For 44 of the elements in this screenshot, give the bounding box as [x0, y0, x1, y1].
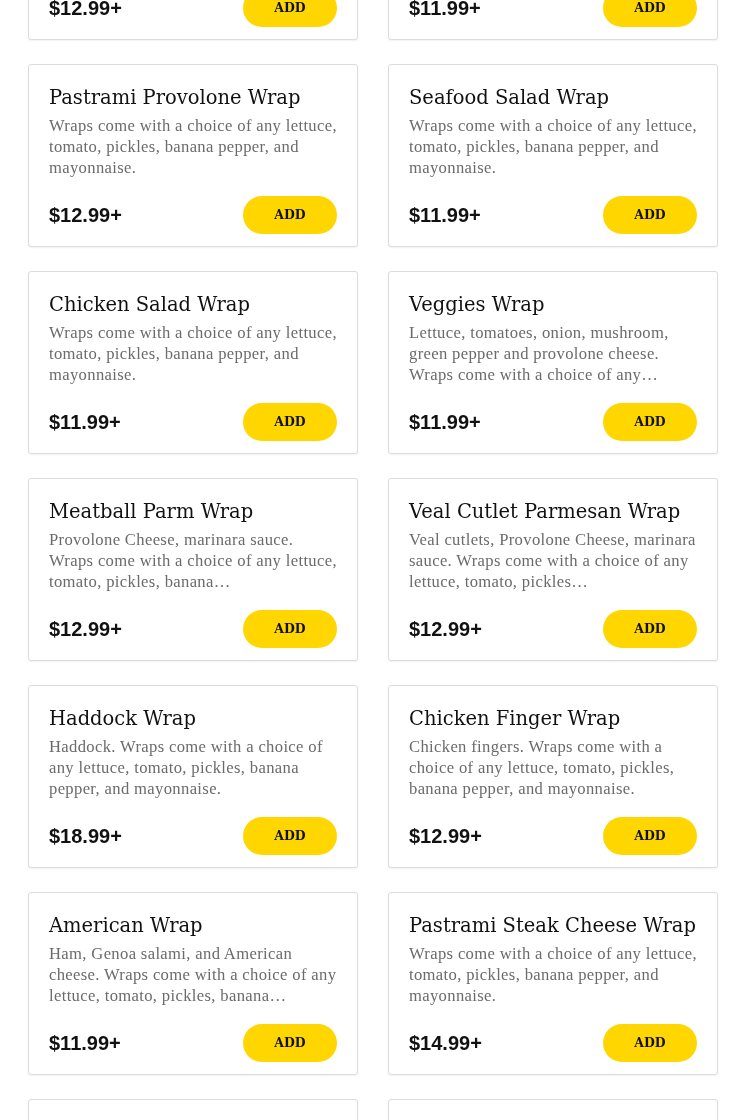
add-button[interactable]: ADD	[243, 0, 337, 27]
add-button[interactable]: ADD	[603, 1024, 697, 1062]
item-description: Wraps come with a choice of any lettuce, tomato, pickles, banana pepper, and mayonnaise.	[409, 115, 697, 178]
add-button[interactable]: ADD	[603, 610, 697, 648]
price: $11.99+	[409, 410, 481, 435]
price: $12.99+	[409, 824, 482, 849]
item-description: Provolone Cheese, marinara sauce. Wraps come with a choice of any lettuce, tomato, pickles, banana…	[49, 529, 337, 592]
add-button[interactable]: ADD	[243, 403, 337, 441]
add-button[interactable]: ADD	[243, 196, 337, 234]
price: $18.99+	[49, 824, 122, 849]
price: $12.99+	[49, 617, 122, 642]
item-description: Lettuce, tomatoes, onion, mushroom, green pepper and provolone cheese. Wraps come with a choice of any…	[409, 322, 670, 385]
item-title: Seafood Salad Wrap	[409, 85, 611, 111]
item-description: Wraps come with a choice of any lettuce, tomato, pickles, banana pepper, and mayonnaise.	[49, 322, 337, 385]
item-title: Haddock Wrap	[49, 706, 197, 732]
price: $11.99+	[409, 203, 481, 228]
price: $11.99+	[49, 410, 121, 435]
item-title: Veal Cutlet Parmesan Wrap	[409, 499, 682, 525]
item-description: Wraps come with a choice of any lettuce, tomato, pickles, banana pepper, and mayonnaise.	[49, 115, 337, 178]
item-description: Wraps come with a choice of any lettuce, tomato, pickles, banana pepper, and mayonnaise.	[409, 943, 697, 1006]
price: $14.99+	[409, 1031, 482, 1056]
add-button[interactable]: ADD	[603, 817, 697, 855]
item-title: Meatball Parm Wrap	[49, 499, 255, 525]
item-title: Chicken Salad Wrap	[49, 292, 251, 318]
item-description: Ham, Genoa salami, and American cheese. Wraps come with a choice of any lettuce, tomato, pickles, banana…	[49, 943, 337, 1006]
add-button[interactable]: ADD	[603, 0, 697, 27]
item-title: American Wrap	[49, 913, 204, 939]
item-description: Veal cutlets, Provolone Cheese, marinara sauce. Wraps come with a choice of any lettuce, tomato, pickles…	[409, 529, 697, 592]
item-title: Pastrami Steak Cheese Wrap	[409, 913, 697, 939]
price: $12.99+	[409, 617, 482, 642]
add-button[interactable]: ADD	[243, 610, 337, 648]
price: $12.99+	[49, 203, 122, 228]
item-title: Chicken Finger Wrap	[409, 706, 622, 732]
item-description: Chicken fingers. Wraps come with a choice of any lettuce, tomato, pickles, banana pepper, and mayonnaise.	[409, 736, 676, 799]
price: $12.99+	[49, 0, 122, 21]
item-description: Haddock. Wraps come with a choice of any lettuce, tomato, pickles, banana pepper, and mayonnaise.	[49, 736, 324, 799]
add-button[interactable]: ADD	[603, 196, 697, 234]
price: $11.99+	[49, 1031, 121, 1056]
add-button[interactable]: ADD	[243, 1024, 337, 1062]
price: $11.99+	[409, 0, 481, 21]
item-title: Pastrami Provolone Wrap	[49, 85, 302, 111]
add-button[interactable]: ADD	[243, 817, 337, 855]
add-button[interactable]: ADD	[603, 403, 697, 441]
item-title: Veggies Wrap	[409, 292, 546, 318]
